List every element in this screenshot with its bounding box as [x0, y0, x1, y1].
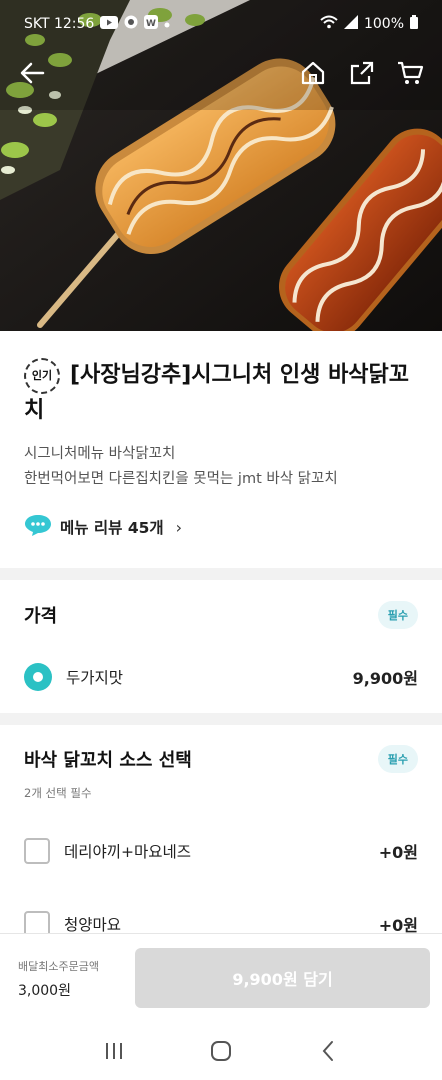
min-order-value: 3,000원: [18, 983, 71, 999]
price-option-price: 9,900원: [352, 669, 418, 688]
recent-apps-icon[interactable]: [94, 1031, 134, 1071]
sauce-section-title: 바삭 닭꼬치 소스 선택: [24, 750, 192, 771]
section-divider: [0, 568, 442, 580]
product-title-block: 인기 [사장님강추]시그니처 인생 바삭닭꼬치: [24, 357, 418, 428]
description-line: 시그니처메뉴 바삭닭꼬치: [24, 446, 176, 462]
price-option-label: 두가지맛: [66, 669, 124, 687]
product-description: 시그니처메뉴 바삭닭꼬치 한번먹어보면 다른집치킨을 못먹는 jmt 바삭 닭꼬…: [24, 442, 418, 492]
messenger-icon: W: [144, 15, 159, 33]
signal-icon: [343, 15, 358, 33]
popular-badge: 인기: [24, 358, 60, 394]
section-divider: [0, 713, 442, 725]
svg-text:W: W: [146, 19, 156, 29]
order-bar: 배달최소주문금액 3,000원 9,900원 담기: [0, 933, 442, 1021]
more-notifications-dot-icon: [164, 16, 170, 32]
battery-icon: [410, 15, 418, 33]
screen: SKT 12:56 W 100% 인기 [사장님강추]시그니처 인생 바삭닭꼬치…: [0, 0, 442, 1080]
top-nav: [0, 55, 442, 95]
price-section: 가격 필수 두가지맛 9,900원: [0, 580, 442, 713]
product-detail: 인기 [사장님강추]시그니처 인생 바삭닭꼬치 시그니처메뉴 바삭닭꼬치 한번먹어…: [0, 331, 442, 941]
description-line: 한번먹어보면 다른집치킨을 못먹는 jmt 바삭 닭꼬치: [24, 471, 338, 487]
review-link-label: 메뉴 리뷰 45개: [60, 519, 164, 537]
required-badge: 필수: [377, 745, 418, 773]
product-photo: [0, 0, 442, 331]
wifi-icon: [320, 15, 338, 33]
back-arrow-icon[interactable]: [14, 55, 50, 91]
chevron-right-icon: ›: [175, 517, 183, 537]
app-notification-icon: [124, 15, 138, 33]
product-title: [사장님강추]시그니처 인생 바삭닭꼬치: [24, 362, 410, 424]
share-icon[interactable]: [344, 55, 380, 91]
sauce-section: 바삭 닭꼬치 소스 선택 필수 2개 선택 필수 데리야끼+마요네즈 +0원 청…: [0, 725, 442, 941]
required-badge: 필수: [377, 601, 418, 629]
system-nav-bar: [0, 1021, 442, 1080]
cart-icon[interactable]: [392, 55, 428, 91]
sauce-option-row[interactable]: 데리야끼+마요네즈 +0원: [24, 834, 418, 868]
add-to-cart-button[interactable]: 9,900원 담기: [135, 948, 430, 1008]
sauce-section-subtitle: 2개 선택 필수: [24, 786, 92, 800]
battery-percent: 100%: [363, 16, 404, 32]
youtube-icon: [100, 15, 119, 33]
sauce-option-label: 데리야끼+마요네즈: [64, 843, 192, 861]
home-nav-icon[interactable]: [201, 1031, 241, 1071]
sauce-option-label: 청양마요: [64, 916, 122, 934]
checkbox-unchecked-icon[interactable]: [24, 838, 50, 864]
back-nav-icon[interactable]: [308, 1031, 348, 1071]
status-bar: SKT 12:56 W 100%: [0, 0, 442, 48]
carrier-time: SKT 12:56: [24, 16, 95, 32]
home-icon[interactable]: [295, 55, 331, 91]
min-order-info: 배달최소주문금액 3,000원: [18, 958, 99, 1000]
product-header: 인기 [사장님강추]시그니처 인생 바삭닭꼬치 시그니처메뉴 바삭닭꼬치 한번먹어…: [0, 331, 442, 542]
sauce-option-price: +0원: [378, 843, 418, 862]
min-order-label: 배달최소주문금액: [18, 960, 99, 973]
price-section-title: 가격: [24, 606, 58, 627]
price-option-row[interactable]: 두가지맛 9,900원: [24, 660, 418, 694]
radio-selected-icon[interactable]: [24, 663, 52, 691]
review-bubble-icon: [24, 513, 52, 541]
menu-review-link[interactable]: 메뉴 리뷰 45개 ›: [24, 512, 418, 542]
